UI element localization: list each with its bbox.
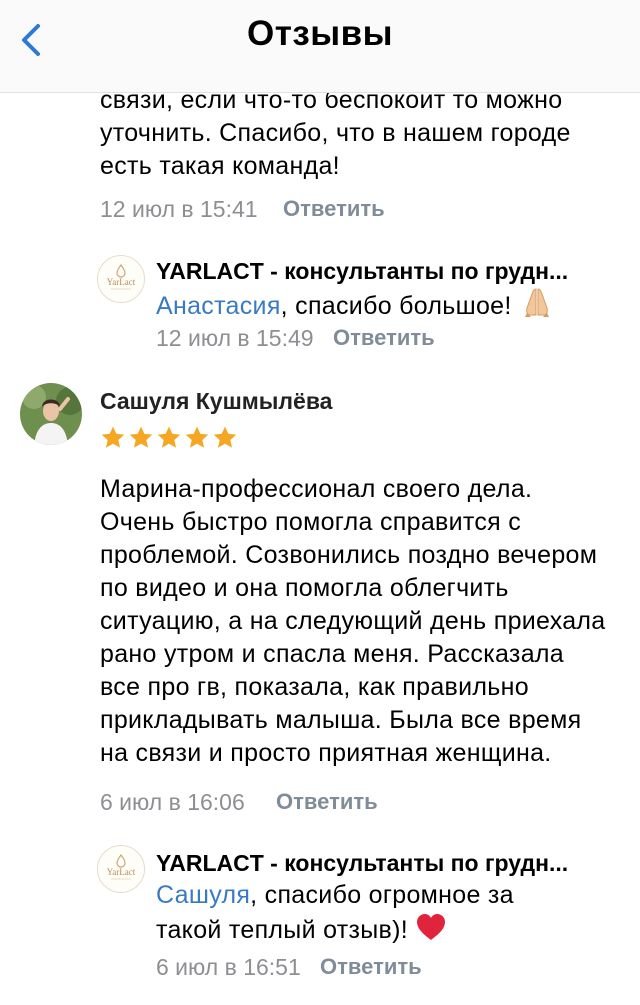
reply-text-line: Сашуля, спасибо огромное за <box>156 879 514 912</box>
review-text-line: Очень быстро помогла справится с <box>100 508 522 536</box>
review-text-line: все про гв, показала, как правильно <box>100 673 529 701</box>
reply-button[interactable]: Ответить <box>283 196 385 222</box>
review-date: 12 июл в 15:41 <box>100 196 258 222</box>
star-icon <box>101 426 125 448</box>
star-icon <box>213 426 237 448</box>
review-text-line: прикладывать малыша. Была все время <box>100 706 582 734</box>
star-icon <box>157 426 181 448</box>
reply-text: Анастасия, спасибо большое! <box>156 286 555 323</box>
reply-text-rest: , спасибо огромное за <box>250 881 514 909</box>
star-icon <box>185 426 209 448</box>
org-logo-text: YarLact <box>107 277 136 287</box>
reply-date: 12 июл в 15:49 <box>156 325 314 351</box>
review-text-line: на связи и просто приятная женщина. <box>100 739 552 767</box>
avatar[interactable] <box>20 383 82 445</box>
org-name[interactable]: YARLACT - консультанты по грудн... <box>156 258 568 285</box>
page-title: Отзывы <box>246 14 394 53</box>
review-text-line: уточнить. Спасибо, что в нашем городе <box>100 119 571 147</box>
org-logo[interactable]: YarLact <box>97 255 145 303</box>
mention-link[interactable]: Анастасия <box>156 292 281 320</box>
review-author[interactable]: Сашуля Кушмылёва <box>100 388 332 415</box>
top-nav-bar: Отзывы <box>0 0 640 93</box>
org-logo-text: YarLact <box>107 867 136 877</box>
red-heart-icon <box>417 914 446 940</box>
org-logo[interactable]: YarLact <box>97 845 145 893</box>
review-text-line: есть такая команда! <box>100 152 340 180</box>
reply-text-rest: такой теплый отзыв)! <box>156 916 408 944</box>
review-date: 6 июл в 16:06 <box>100 789 245 815</box>
org-name[interactable]: YARLACT - консультанты по грудн... <box>156 850 568 877</box>
review-text-line: Марина-профессионал своего дела. <box>100 475 533 503</box>
rating-stars <box>100 425 238 451</box>
star-icon <box>129 426 153 448</box>
review-text-line: по видео и она помогла облегчить <box>100 574 509 602</box>
reply-button[interactable]: Ответить <box>320 954 422 980</box>
review-text-line: проблемой. Созвонились поздно вечером <box>100 541 598 569</box>
reply-text-line: такой теплый отзыв)! <box>156 912 447 947</box>
review-text-line: рано утром и спасла меня. Рассказала <box>100 640 564 668</box>
reply-date: 6 июл в 16:51 <box>156 954 301 980</box>
reply-button[interactable]: Ответить <box>276 789 378 815</box>
reply-text-rest: , спасибо большое! <box>280 292 512 320</box>
reply-button[interactable]: Ответить <box>333 325 435 351</box>
folded-hands-icon <box>524 288 549 317</box>
mention-link[interactable]: Сашуля <box>156 881 250 909</box>
review-text-line: ситуацию, а на следующий день приехала <box>100 607 606 635</box>
